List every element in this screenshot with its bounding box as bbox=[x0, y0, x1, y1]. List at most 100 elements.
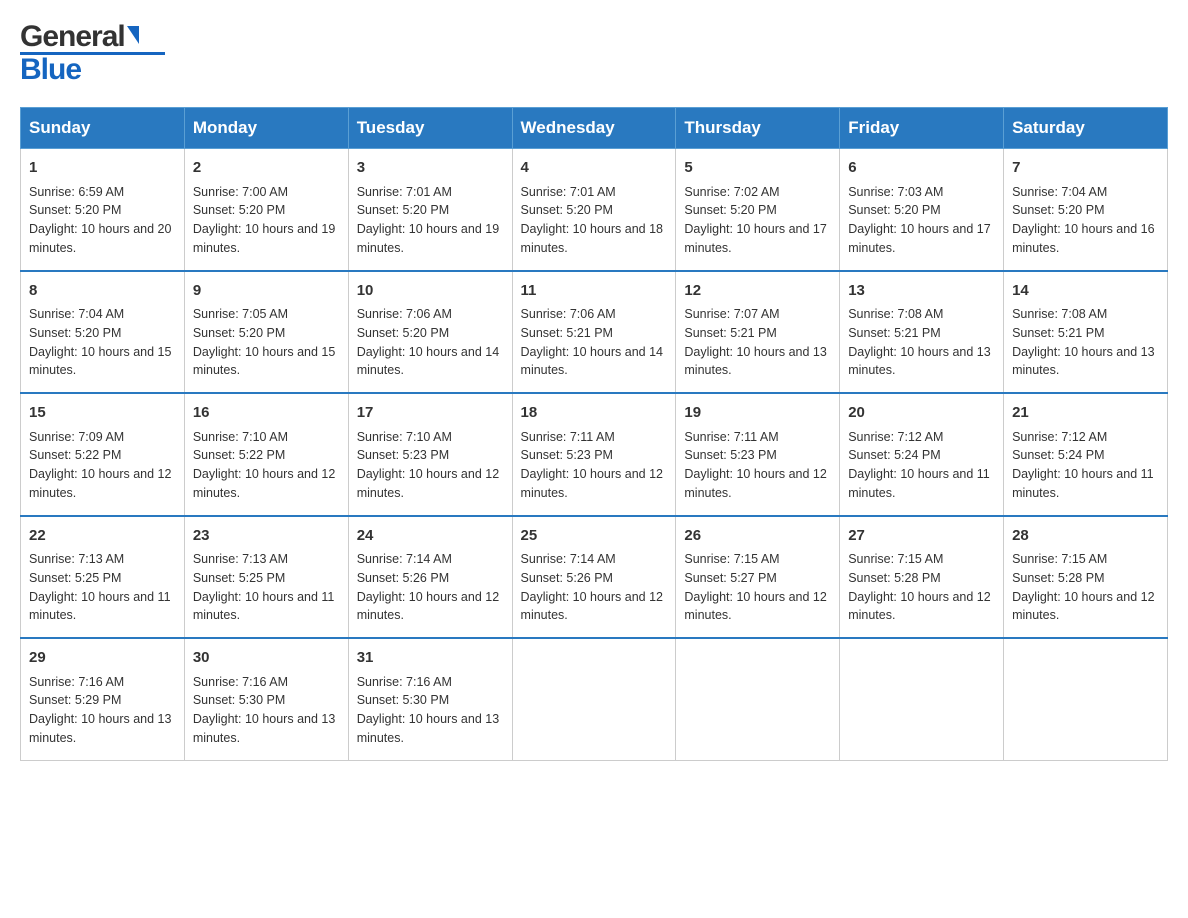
sunrise-label: Sunrise: 7:08 AM bbox=[1012, 307, 1107, 321]
calendar-cell: 6 Sunrise: 7:03 AM Sunset: 5:20 PM Dayli… bbox=[840, 149, 1004, 271]
sunset-label: Sunset: 5:24 PM bbox=[1012, 448, 1104, 462]
sunset-label: Sunset: 5:21 PM bbox=[521, 326, 613, 340]
calendar-cell: 25 Sunrise: 7:14 AM Sunset: 5:26 PM Dayl… bbox=[512, 516, 676, 639]
calendar-cell: 12 Sunrise: 7:07 AM Sunset: 5:21 PM Dayl… bbox=[676, 271, 840, 394]
day-number: 27 bbox=[848, 525, 995, 548]
calendar-cell: 23 Sunrise: 7:13 AM Sunset: 5:25 PM Dayl… bbox=[184, 516, 348, 639]
daylight-label: Daylight: 10 hours and 17 minutes. bbox=[848, 222, 990, 255]
sunrise-label: Sunrise: 7:14 AM bbox=[357, 552, 452, 566]
week-row-4: 22 Sunrise: 7:13 AM Sunset: 5:25 PM Dayl… bbox=[21, 516, 1168, 639]
week-row-5: 29 Sunrise: 7:16 AM Sunset: 5:29 PM Dayl… bbox=[21, 638, 1168, 760]
sunrise-label: Sunrise: 7:16 AM bbox=[29, 675, 124, 689]
sunrise-label: Sunrise: 7:06 AM bbox=[521, 307, 616, 321]
sunrise-label: Sunrise: 7:01 AM bbox=[521, 185, 616, 199]
sunrise-label: Sunrise: 7:11 AM bbox=[521, 430, 615, 444]
calendar-cell: 31 Sunrise: 7:16 AM Sunset: 5:30 PM Dayl… bbox=[348, 638, 512, 760]
sunrise-label: Sunrise: 7:07 AM bbox=[684, 307, 779, 321]
header-wednesday: Wednesday bbox=[512, 108, 676, 149]
day-number: 7 bbox=[1012, 157, 1159, 180]
daylight-label: Daylight: 10 hours and 12 minutes. bbox=[1012, 590, 1154, 623]
calendar-cell: 4 Sunrise: 7:01 AM Sunset: 5:20 PM Dayli… bbox=[512, 149, 676, 271]
sunset-label: Sunset: 5:30 PM bbox=[193, 693, 285, 707]
logo-triangle-icon bbox=[127, 26, 139, 44]
sunrise-label: Sunrise: 7:01 AM bbox=[357, 185, 452, 199]
sunrise-label: Sunrise: 7:03 AM bbox=[848, 185, 943, 199]
sunset-label: Sunset: 5:23 PM bbox=[684, 448, 776, 462]
sunrise-label: Sunrise: 7:00 AM bbox=[193, 185, 288, 199]
day-number: 12 bbox=[684, 280, 831, 303]
sunrise-label: Sunrise: 7:15 AM bbox=[1012, 552, 1107, 566]
day-number: 11 bbox=[521, 280, 668, 303]
sunrise-label: Sunrise: 7:10 AM bbox=[357, 430, 452, 444]
sunrise-label: Sunrise: 7:08 AM bbox=[848, 307, 943, 321]
daylight-label: Daylight: 10 hours and 12 minutes. bbox=[684, 590, 826, 623]
calendar-cell: 8 Sunrise: 7:04 AM Sunset: 5:20 PM Dayli… bbox=[21, 271, 185, 394]
sunset-label: Sunset: 5:23 PM bbox=[357, 448, 449, 462]
day-number: 13 bbox=[848, 280, 995, 303]
calendar-cell: 7 Sunrise: 7:04 AM Sunset: 5:20 PM Dayli… bbox=[1004, 149, 1168, 271]
sunrise-label: Sunrise: 7:04 AM bbox=[1012, 185, 1107, 199]
sunset-label: Sunset: 5:25 PM bbox=[193, 571, 285, 585]
daylight-label: Daylight: 10 hours and 12 minutes. bbox=[193, 467, 335, 500]
sunset-label: Sunset: 5:20 PM bbox=[684, 203, 776, 217]
sunrise-label: Sunrise: 7:15 AM bbox=[684, 552, 779, 566]
calendar-cell: 22 Sunrise: 7:13 AM Sunset: 5:25 PM Dayl… bbox=[21, 516, 185, 639]
sunset-label: Sunset: 5:26 PM bbox=[521, 571, 613, 585]
sunset-label: Sunset: 5:24 PM bbox=[848, 448, 940, 462]
day-number: 25 bbox=[521, 525, 668, 548]
daylight-label: Daylight: 10 hours and 19 minutes. bbox=[357, 222, 499, 255]
daylight-label: Daylight: 10 hours and 12 minutes. bbox=[521, 590, 663, 623]
day-number: 26 bbox=[684, 525, 831, 548]
daylight-label: Daylight: 10 hours and 12 minutes. bbox=[357, 467, 499, 500]
calendar-cell: 17 Sunrise: 7:10 AM Sunset: 5:23 PM Dayl… bbox=[348, 393, 512, 516]
day-number: 8 bbox=[29, 280, 176, 303]
sunset-label: Sunset: 5:26 PM bbox=[357, 571, 449, 585]
calendar-cell: 28 Sunrise: 7:15 AM Sunset: 5:28 PM Dayl… bbox=[1004, 516, 1168, 639]
sunrise-label: Sunrise: 7:09 AM bbox=[29, 430, 124, 444]
calendar-table: SundayMondayTuesdayWednesdayThursdayFrid… bbox=[20, 107, 1168, 761]
day-number: 20 bbox=[848, 402, 995, 425]
day-number: 30 bbox=[193, 647, 340, 670]
sunrise-label: Sunrise: 7:12 AM bbox=[1012, 430, 1107, 444]
calendar-cell: 27 Sunrise: 7:15 AM Sunset: 5:28 PM Dayl… bbox=[840, 516, 1004, 639]
day-number: 23 bbox=[193, 525, 340, 548]
day-number: 16 bbox=[193, 402, 340, 425]
daylight-label: Daylight: 10 hours and 20 minutes. bbox=[29, 222, 171, 255]
calendar-cell: 15 Sunrise: 7:09 AM Sunset: 5:22 PM Dayl… bbox=[21, 393, 185, 516]
daylight-label: Daylight: 10 hours and 19 minutes. bbox=[193, 222, 335, 255]
daylight-label: Daylight: 10 hours and 11 minutes. bbox=[1012, 467, 1154, 500]
sunset-label: Sunset: 5:21 PM bbox=[1012, 326, 1104, 340]
calendar-cell: 16 Sunrise: 7:10 AM Sunset: 5:22 PM Dayl… bbox=[184, 393, 348, 516]
daylight-label: Daylight: 10 hours and 11 minutes. bbox=[29, 590, 171, 623]
sunset-label: Sunset: 5:20 PM bbox=[357, 203, 449, 217]
sunset-label: Sunset: 5:23 PM bbox=[521, 448, 613, 462]
daylight-label: Daylight: 10 hours and 18 minutes. bbox=[521, 222, 663, 255]
day-number: 4 bbox=[521, 157, 668, 180]
sunrise-label: Sunrise: 7:16 AM bbox=[193, 675, 288, 689]
daylight-label: Daylight: 10 hours and 12 minutes. bbox=[684, 467, 826, 500]
daylight-label: Daylight: 10 hours and 14 minutes. bbox=[357, 345, 499, 378]
calendar-header-row: SundayMondayTuesdayWednesdayThursdayFrid… bbox=[21, 108, 1168, 149]
daylight-label: Daylight: 10 hours and 13 minutes. bbox=[357, 712, 499, 745]
sunrise-label: Sunrise: 6:59 AM bbox=[29, 185, 124, 199]
sunrise-label: Sunrise: 7:05 AM bbox=[193, 307, 288, 321]
sunrise-label: Sunrise: 7:10 AM bbox=[193, 430, 288, 444]
sunset-label: Sunset: 5:20 PM bbox=[29, 203, 121, 217]
sunrise-label: Sunrise: 7:14 AM bbox=[521, 552, 616, 566]
day-number: 2 bbox=[193, 157, 340, 180]
daylight-label: Daylight: 10 hours and 11 minutes. bbox=[848, 467, 990, 500]
header-friday: Friday bbox=[840, 108, 1004, 149]
daylight-label: Daylight: 10 hours and 17 minutes. bbox=[684, 222, 826, 255]
daylight-label: Daylight: 10 hours and 15 minutes. bbox=[193, 345, 335, 378]
sunset-label: Sunset: 5:20 PM bbox=[848, 203, 940, 217]
calendar-cell: 3 Sunrise: 7:01 AM Sunset: 5:20 PM Dayli… bbox=[348, 149, 512, 271]
day-number: 6 bbox=[848, 157, 995, 180]
calendar-cell bbox=[676, 638, 840, 760]
header-saturday: Saturday bbox=[1004, 108, 1168, 149]
sunset-label: Sunset: 5:20 PM bbox=[357, 326, 449, 340]
calendar-cell: 13 Sunrise: 7:08 AM Sunset: 5:21 PM Dayl… bbox=[840, 271, 1004, 394]
calendar-cell: 18 Sunrise: 7:11 AM Sunset: 5:23 PM Dayl… bbox=[512, 393, 676, 516]
week-row-2: 8 Sunrise: 7:04 AM Sunset: 5:20 PM Dayli… bbox=[21, 271, 1168, 394]
sunset-label: Sunset: 5:20 PM bbox=[521, 203, 613, 217]
sunrise-label: Sunrise: 7:15 AM bbox=[848, 552, 943, 566]
